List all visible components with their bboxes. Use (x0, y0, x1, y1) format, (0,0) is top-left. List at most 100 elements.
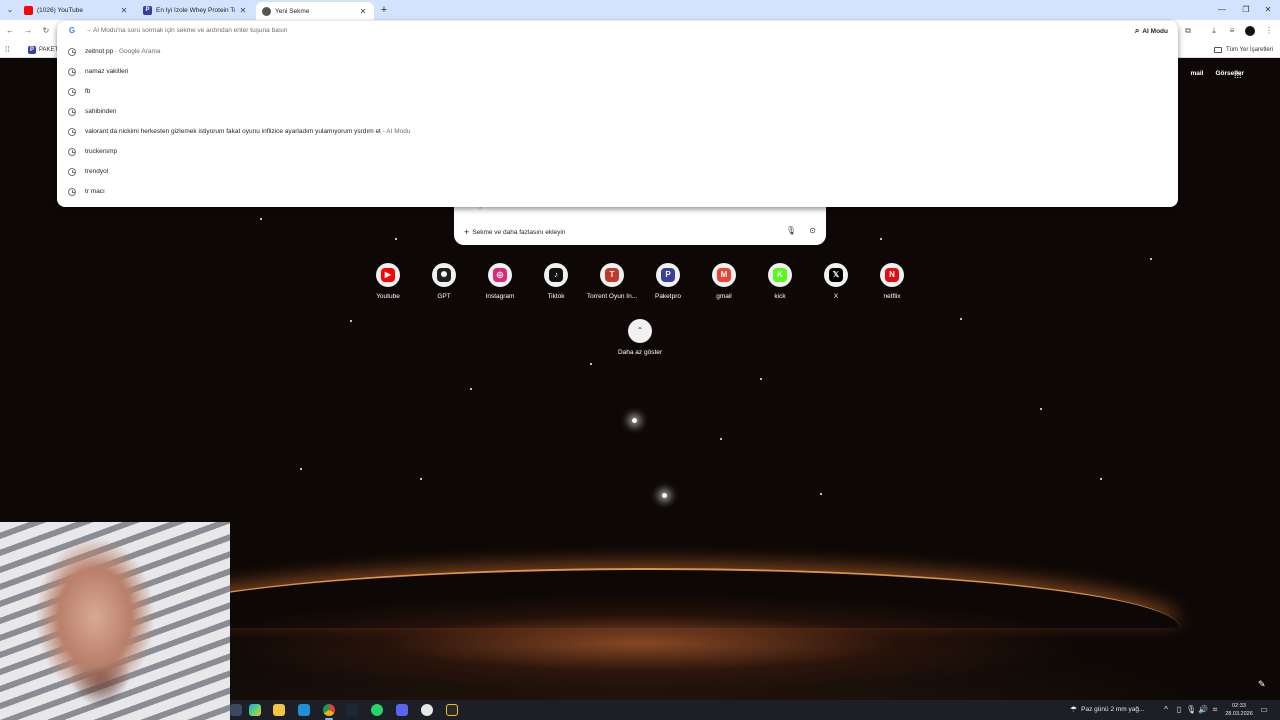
plus-icon: + (464, 227, 470, 237)
whatsapp-icon[interactable] (371, 704, 383, 716)
star (420, 478, 422, 480)
mic-icon[interactable]: 🎙 (1186, 705, 1196, 714)
extensions-icon[interactable]: ⧉ (1182, 25, 1194, 37)
star (1100, 478, 1102, 480)
close-tab-icon[interactable]: ✕ (238, 6, 248, 15)
omnibox-suggestion[interactable]: sahibinden (57, 102, 1178, 122)
media-control-icon[interactable]: ≡ (1226, 25, 1238, 37)
shortcut-tile[interactable]: Nnetflix (866, 263, 918, 300)
all-bookmarks-button[interactable]: Tüm Yer İşaretleri (1214, 44, 1273, 56)
shortcut-tile[interactable]: P Paketpro (642, 263, 694, 300)
show-less-button[interactable]: ⌃ Daha az göster (614, 319, 666, 356)
apps-grid-icon[interactable]: ⁞⁞ (5, 45, 14, 54)
omnibox-suggestion[interactable]: truckersmp (57, 142, 1178, 162)
shortcut-tile[interactable]: Kkick (754, 263, 806, 300)
new-tab-plus-icon[interactable]: + (378, 3, 390, 17)
shortcut-tile[interactable]: ▶ Youtube (362, 263, 414, 300)
google-g-icon: G (68, 26, 76, 35)
copilot-icon[interactable] (249, 704, 261, 716)
app-icon[interactable] (446, 704, 458, 716)
omnibox-suggestion[interactable]: valorant da nickimi herkesten gizlemek i… (57, 122, 1178, 142)
suggestion-hint: - Google Arama (113, 48, 161, 55)
bookmark-paket[interactable]: P PAKET (28, 44, 58, 56)
profile-avatar-icon[interactable] (1244, 25, 1256, 37)
gmail-link[interactable]: mail (1190, 70, 1203, 77)
steam-icon[interactable] (346, 704, 358, 716)
menu-kebab-icon[interactable]: ⋮ (1263, 25, 1275, 37)
forward-arrow-icon[interactable]: → (22, 25, 34, 37)
star (470, 388, 472, 390)
omnibox-suggestion[interactable]: fb (57, 82, 1178, 102)
shortcut-tile[interactable]: ♪ Tiktok (530, 263, 582, 300)
suggestion-text: trendyol (85, 168, 108, 175)
network-icon[interactable]: ⌗ (1210, 705, 1220, 715)
address-bar[interactable]: G → AI Modu'na soru sormak için sekme ve… (57, 21, 1178, 42)
google-apps-icon[interactable]: ⁞⁞⁞ (1234, 71, 1243, 80)
shortcut-tile[interactable]: ✺ GPT (418, 263, 470, 300)
restore-icon[interactable]: ❐ (1234, 3, 1258, 17)
tab-paketpro[interactable]: P En İyi İzole Whey Protein Tozu ✕ (137, 2, 254, 18)
app-icon[interactable] (421, 704, 433, 716)
customize-pencil-icon[interactable]: ✎ (1258, 679, 1266, 690)
suggestion-query: namaz vakitleri (85, 68, 129, 75)
google-lens-icon[interactable]: ⊙ (809, 226, 816, 235)
star (1040, 408, 1042, 410)
edge-icon[interactable] (298, 704, 310, 716)
ai-mode-button[interactable]: ⌕ AI Modu (1135, 26, 1168, 36)
volume-icon[interactable]: 🔊 (1198, 705, 1208, 714)
rain-cloud-icon: ☂ (1070, 705, 1078, 714)
shortcut-label: Youtube (376, 293, 400, 300)
tray-chevron-icon[interactable]: ^ (1161, 705, 1171, 714)
suggestion-query: truckersmp (85, 148, 118, 155)
tab-search-chevron-icon[interactable]: ⌄ (4, 4, 16, 16)
tab-new-tab[interactable]: Yeni Sekme ✕ (256, 2, 374, 20)
system-clock[interactable]: 02:33 28.03.2026 (1222, 702, 1256, 718)
tray-app-icon[interactable]: ▯ (1174, 705, 1184, 714)
collapse-icon: ⌃ (628, 319, 652, 343)
tab-youtube[interactable]: (1026) YouTube ✕ (18, 2, 135, 18)
planet-horizon (120, 568, 1180, 628)
shortcut-label: Instagram (485, 293, 515, 300)
omnibox-suggestion[interactable]: zeitnot pp - Google Arama (57, 42, 1178, 62)
tab-strip: ⌄ (1026) YouTube ✕ P En İyi İzole Whey P… (0, 0, 1280, 20)
suggestion-text: tr macı (85, 188, 105, 195)
shortcut-tile[interactable]: ◎ Instagram (474, 263, 526, 300)
minimize-icon[interactable]: — (1210, 3, 1234, 17)
notifications-icon[interactable]: ▭ (1259, 705, 1269, 714)
suggestion-text: sahibinden (85, 108, 116, 115)
file-explorer-icon[interactable] (273, 704, 285, 716)
omnibox-suggestion[interactable]: trendyol (57, 162, 1178, 182)
tab-title: Yeni Sekme (275, 7, 310, 15)
x-icon: 𝕏 (829, 268, 843, 282)
bookmark-label: PAKET (39, 47, 59, 53)
close-tab-icon[interactable]: ✕ (358, 7, 368, 16)
folder-icon (1214, 47, 1222, 53)
omnibox-suggestion[interactable]: namaz vakitleri (57, 62, 1178, 82)
shortcut-icon-circle: K (768, 263, 792, 287)
history-clock-icon (68, 68, 76, 76)
taskbar-app-icon[interactable] (230, 704, 242, 716)
reload-icon[interactable]: ↻ (40, 25, 52, 37)
shortcut-tile[interactable]: 𝕏X (810, 263, 862, 300)
close-window-icon[interactable]: ✕ (1256, 3, 1280, 17)
omnibox-dropdown: G → AI Modu'na soru sormak için sekme ve… (57, 21, 1178, 207)
chrome-icon[interactable] (323, 704, 335, 720)
suggestion-query: sahibinden (85, 108, 117, 115)
shortcut-icon-circle: ♪ (544, 263, 568, 287)
shortcut-tile[interactable]: T Torrent Oyun İn... (586, 263, 638, 300)
download-icon[interactable]: ⤓ (1208, 25, 1220, 37)
close-tab-icon[interactable]: ✕ (119, 6, 129, 15)
search-icon: ⌕ (1134, 26, 1140, 35)
shortcut-tile[interactable]: Mgmail (698, 263, 750, 300)
suggestion-hint: - AI Modu (380, 128, 411, 135)
discord-icon[interactable] (396, 704, 408, 716)
mic-icon[interactable]: 🎙 (786, 226, 796, 235)
weather-widget[interactable]: ☂ Paz günü 2 mm yağ... (1070, 705, 1144, 714)
shortcut-label: gmail (716, 293, 732, 300)
weather-text: Paz günü 2 mm yağ... (1081, 706, 1145, 713)
ai-mode-label: AI Modu (1142, 27, 1168, 35)
omnibox-suggestion[interactable]: tr macı (57, 182, 1178, 202)
shortcut-icon-circle: T (600, 263, 624, 287)
add-tabs-button[interactable]: + Sekme ve daha fazlasını ekleyin (464, 227, 565, 237)
back-arrow-icon[interactable]: ← (4, 25, 16, 37)
